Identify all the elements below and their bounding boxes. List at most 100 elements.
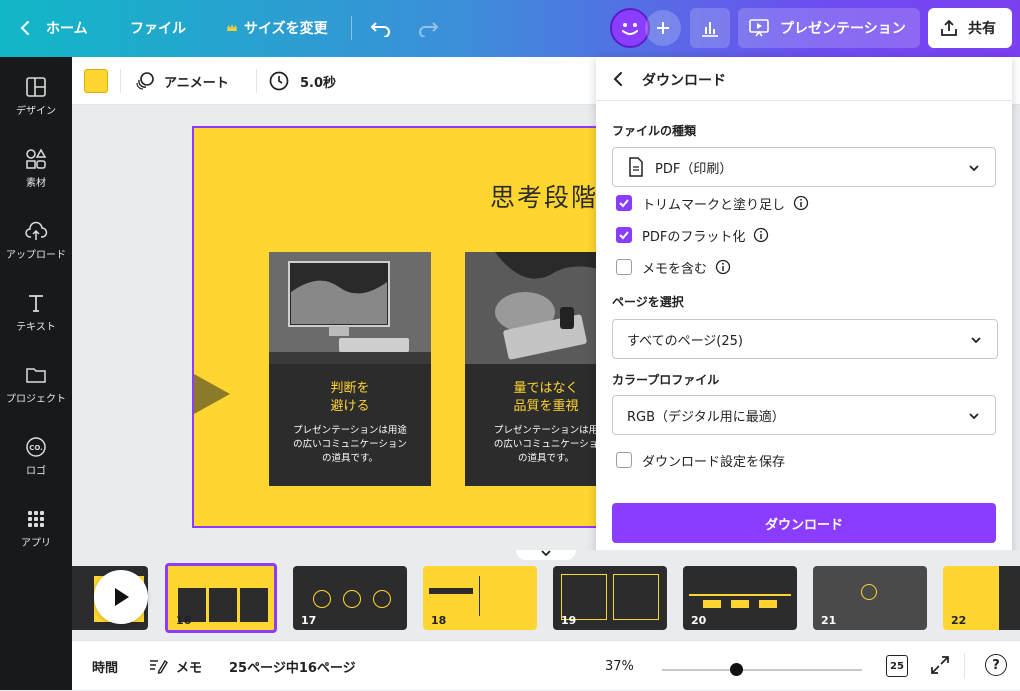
zoom-slider-handle[interactable] bbox=[730, 663, 743, 676]
thumb-block bbox=[759, 600, 777, 608]
redo-icon bbox=[419, 22, 439, 37]
logo-icon: CO. bbox=[26, 437, 46, 457]
option-label: トリムマークと塗り足し bbox=[642, 197, 786, 213]
sidebar-item-logo[interactable]: CO. ロゴ bbox=[0, 435, 72, 477]
add-collaborator-button[interactable] bbox=[645, 10, 681, 46]
timer-button[interactable]: 時間 bbox=[92, 641, 118, 691]
sidebar-item-label: アップロード bbox=[6, 250, 66, 261]
thumb-block bbox=[731, 600, 749, 608]
option-include-notes[interactable]: メモを含む bbox=[616, 257, 731, 277]
redo-button[interactable] bbox=[417, 8, 439, 48]
pages-select[interactable]: すべてのページ(25) bbox=[612, 319, 998, 359]
download-button[interactable]: ダウンロード bbox=[612, 503, 996, 543]
animate-button[interactable]: アニメート bbox=[134, 57, 229, 105]
check-icon bbox=[619, 199, 629, 208]
card-body: プレゼンテーションは用途 の広いコミュニケーション の道具です。 bbox=[269, 424, 431, 466]
check-icon bbox=[619, 231, 629, 240]
bottom-bar: 時間 メモ 25ページ中16ページ 37% 25 ? bbox=[72, 640, 1020, 690]
thumb-block bbox=[613, 574, 659, 620]
sidebar-item-label: 素材 bbox=[26, 178, 46, 189]
thumb-block bbox=[703, 600, 721, 608]
undo-button[interactable] bbox=[370, 8, 392, 48]
color-swatch[interactable] bbox=[84, 69, 108, 93]
page-thumbnail[interactable]: 18 bbox=[423, 566, 537, 630]
shapes-icon bbox=[26, 148, 47, 169]
slide-title[interactable]: 思考段階 bbox=[490, 178, 598, 214]
option-label: ダウンロード設定を保存 bbox=[642, 454, 786, 470]
panel-title: ダウンロード bbox=[642, 73, 726, 89]
checkbox-unchecked[interactable] bbox=[616, 259, 632, 275]
play-button[interactable] bbox=[94, 570, 148, 624]
back-button[interactable] bbox=[610, 69, 626, 93]
avatar[interactable] bbox=[610, 8, 650, 48]
page-thumbnail[interactable]: 20 bbox=[683, 566, 797, 630]
page-grid-button[interactable]: 25 bbox=[886, 655, 908, 677]
color-profile-select[interactable]: RGB（デジタル用に最適） bbox=[612, 395, 996, 435]
checkbox-unchecked[interactable] bbox=[616, 452, 632, 468]
card-title-line: 品質を重視 bbox=[513, 399, 579, 414]
chevron-down-icon bbox=[541, 550, 551, 557]
play-icon bbox=[115, 588, 129, 606]
color-profile-label: カラープロファイル bbox=[612, 373, 720, 387]
card-2[interactable]: 量ではなく 品質を重視 プレゼンテーションは用 の広いコミュニケーショ の道具で… bbox=[465, 252, 610, 486]
checkbox-checked[interactable] bbox=[616, 195, 632, 211]
page-thumbnail[interactable]: 21 bbox=[813, 566, 927, 630]
page-thumbnail[interactable]: 17 bbox=[293, 566, 407, 630]
thumb-page-number: 19 bbox=[561, 614, 577, 627]
file-type-value: PDF（印刷） bbox=[655, 161, 733, 177]
sidebar-item-design[interactable]: デザイン bbox=[0, 75, 72, 117]
chevron-left-icon bbox=[20, 21, 29, 35]
present-button[interactable]: プレゼンテーション bbox=[738, 8, 920, 48]
pages-label: ページを選択 bbox=[612, 295, 684, 309]
file-label: ファイル bbox=[130, 21, 186, 37]
page-thumbnail[interactable]: 19 bbox=[553, 566, 667, 630]
sidebar-item-uploads[interactable]: アップロード bbox=[0, 219, 72, 261]
duration-button[interactable]: 5.0秒 bbox=[268, 57, 336, 105]
info-icon[interactable] bbox=[753, 227, 769, 243]
sidebar-item-text[interactable]: テキスト bbox=[0, 291, 72, 333]
clock-icon bbox=[269, 71, 289, 91]
home-button[interactable]: ホーム bbox=[18, 8, 88, 48]
file-menu-button[interactable]: ファイル bbox=[130, 8, 186, 48]
zoom-slider-track[interactable] bbox=[662, 669, 862, 671]
option-save-settings[interactable]: ダウンロード設定を保存 bbox=[616, 450, 785, 470]
collapse-strip-button[interactable] bbox=[516, 550, 576, 560]
card-body-line: の広いコミュニケーショ bbox=[493, 439, 599, 450]
notes-button[interactable]: メモ bbox=[148, 641, 202, 691]
undo-icon bbox=[370, 22, 390, 37]
card-title-line: 判断を bbox=[330, 381, 370, 396]
zoom-value[interactable]: 37% bbox=[605, 641, 634, 691]
thumb-block bbox=[373, 590, 391, 608]
chevron-down-icon bbox=[971, 337, 981, 344]
pages-value: すべてのページ(25) bbox=[627, 333, 743, 349]
checkbox-checked[interactable] bbox=[616, 227, 632, 243]
slide-canvas[interactable]: 思考段階 判断を 避ける プレゼンテーションは用途 の広いコミュニケーション の… bbox=[192, 126, 612, 528]
page-thumbnail[interactable]: 22 bbox=[943, 566, 1020, 630]
resize-button[interactable]: サイズを変更 bbox=[226, 8, 328, 48]
info-icon[interactable] bbox=[793, 195, 809, 211]
animate-label: アニメート bbox=[164, 75, 229, 91]
share-button[interactable]: 共有 bbox=[928, 8, 1012, 48]
timer-label: 時間 bbox=[92, 660, 119, 676]
sidebar-item-apps[interactable]: アプリ bbox=[0, 507, 72, 549]
page-thumbnail-active[interactable]: 16 bbox=[165, 563, 277, 633]
smiley-icon bbox=[622, 23, 638, 35]
option-label: PDFのフラット化 bbox=[642, 229, 746, 245]
sidebar-item-projects[interactable]: プロジェクト bbox=[0, 363, 72, 405]
file-type-select[interactable]: PDF（印刷） bbox=[612, 147, 996, 187]
fullscreen-button[interactable] bbox=[930, 655, 950, 679]
insights-button[interactable] bbox=[690, 8, 730, 48]
help-button[interactable]: ? bbox=[985, 654, 1007, 676]
notes-icon bbox=[150, 659, 168, 674]
sidebar-item-elements[interactable]: 素材 bbox=[0, 147, 72, 189]
home-label: ホーム bbox=[46, 21, 88, 37]
present-label: プレゼンテーション bbox=[780, 21, 906, 37]
crown-icon bbox=[227, 24, 237, 31]
animate-icon bbox=[136, 72, 154, 90]
duration-label: 5.0秒 bbox=[300, 75, 337, 91]
card-1[interactable]: 判断を 避ける プレゼンテーションは用途 の広いコミュニケーション の道具です。 bbox=[269, 252, 431, 486]
bar-chart-icon bbox=[702, 22, 718, 37]
info-icon[interactable] bbox=[715, 259, 731, 275]
option-flatten-pdf[interactable]: PDFのフラット化 bbox=[616, 225, 769, 245]
option-trim-marks[interactable]: トリムマークと塗り足し bbox=[616, 193, 809, 213]
